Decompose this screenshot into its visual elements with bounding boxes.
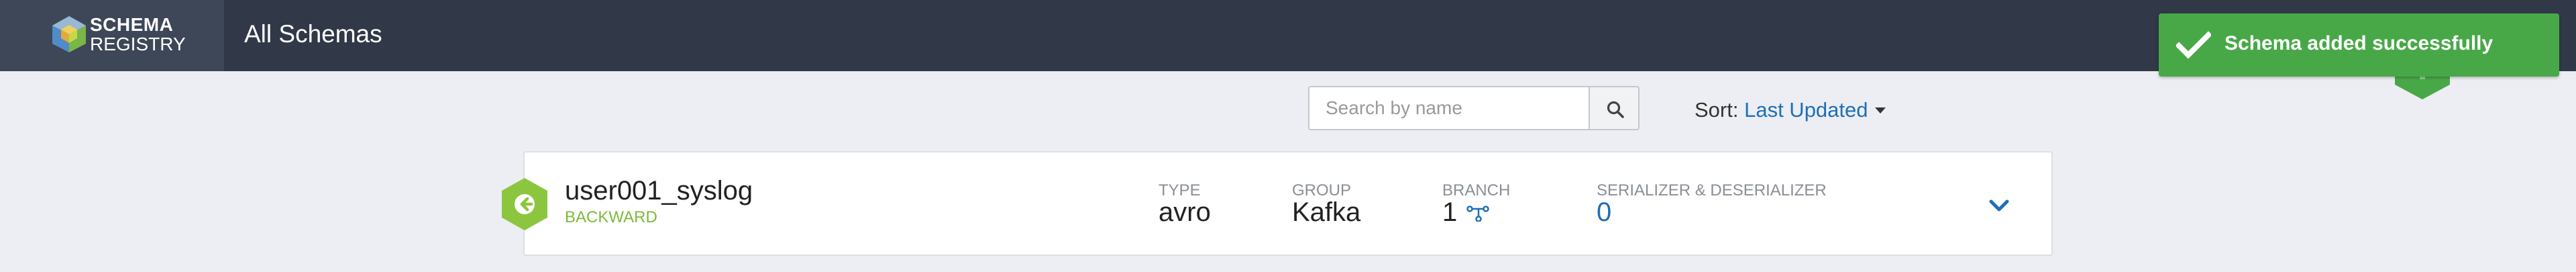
logo-title-line1: SCHEMA bbox=[90, 14, 174, 35]
sort-value[interactable]: Last Updated bbox=[1744, 98, 1868, 122]
page-title: All Schemas bbox=[244, 20, 382, 48]
group-value: Kafka bbox=[1292, 197, 1361, 227]
chevron-down-icon[interactable] bbox=[1986, 195, 2012, 216]
sort-dropdown[interactable]: Sort: Last Updated bbox=[1695, 98, 1886, 122]
cube-logo-icon bbox=[52, 16, 86, 52]
serdes-label: SERIALIZER & DESERIALIZER bbox=[1597, 181, 1827, 199]
logo[interactable]: SCHEMA REGISTRY bbox=[0, 0, 224, 71]
search-button[interactable] bbox=[1589, 86, 1640, 130]
logo-title-line2: REGISTRY bbox=[90, 34, 186, 54]
arrow-left-icon bbox=[502, 178, 547, 230]
schema-name[interactable]: user001_syslog bbox=[565, 176, 753, 206]
search-icon bbox=[1607, 101, 1624, 118]
type-value: avro bbox=[1159, 197, 1211, 227]
toast-message: Schema added successfully bbox=[2224, 32, 2493, 54]
caret-down-icon bbox=[1874, 107, 1886, 114]
schema-compatibility: BACKWARD bbox=[565, 208, 657, 226]
sort-label: Sort: bbox=[1695, 98, 1739, 122]
success-toast[interactable]: Schema added successfully bbox=[2159, 13, 2559, 77]
logo-text: SCHEMA REGISTRY bbox=[90, 15, 186, 54]
branch-value: 1 bbox=[1442, 197, 1458, 227]
search-input[interactable] bbox=[1308, 86, 1590, 130]
branch-icon[interactable] bbox=[1466, 206, 1489, 222]
serdes-count[interactable]: 0 bbox=[1597, 197, 1611, 228]
check-icon bbox=[2176, 31, 2211, 59]
